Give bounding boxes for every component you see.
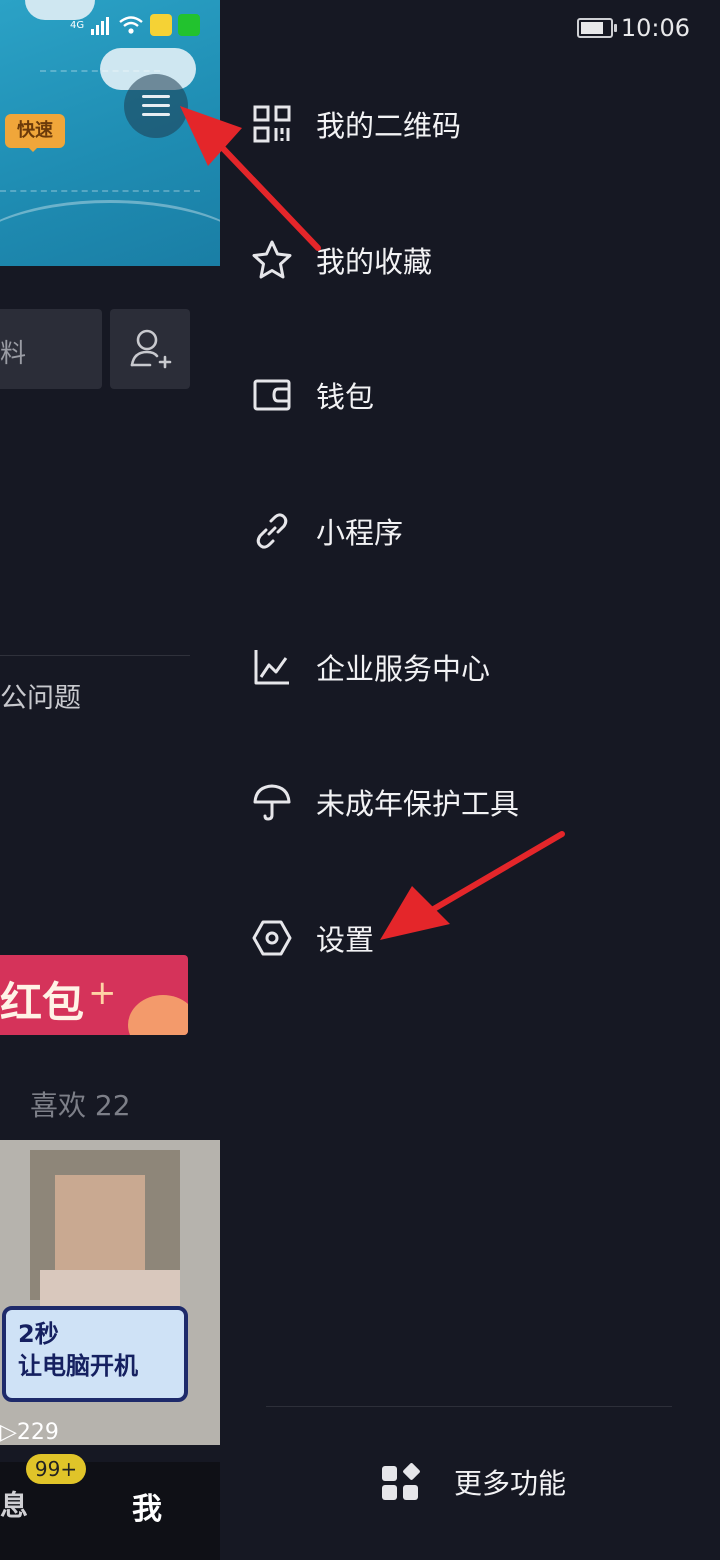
menu-item-minor-protection[interactable]: 未成年保护工具	[250, 767, 690, 837]
video-thumbnail[interactable]: 2秒 让电脑开机	[0, 1140, 220, 1445]
play-count: ▷229	[0, 1420, 59, 1445]
edit-profile-label: 料	[0, 339, 27, 369]
play-count-value: 229	[16, 1420, 59, 1445]
tab-messages[interactable]: 息	[0, 1484, 28, 1524]
coin-decoration	[128, 995, 188, 1035]
status-bar-right: 10:06	[576, 14, 690, 42]
likes-tab[interactable]: 喜欢 22	[30, 1084, 131, 1124]
signal-icon	[91, 17, 110, 35]
chart-icon	[250, 645, 294, 689]
menu-item-label: 我的二维码	[316, 109, 462, 143]
iqiyi-notification-icon	[178, 14, 201, 36]
red-packet-label: 红包	[0, 978, 85, 1027]
menu-item-settings[interactable]: 设置	[250, 903, 690, 973]
menu-item-favorites[interactable]: 我的收藏	[250, 225, 690, 295]
grid-icon	[382, 1463, 420, 1500]
play-icon: ▷	[0, 1420, 17, 1445]
status-time: 10:06	[620, 14, 690, 42]
link-icon	[250, 509, 294, 553]
pixelated-face	[55, 1175, 145, 1285]
battery-icon	[576, 18, 617, 38]
menu-icon-bar	[142, 95, 170, 98]
app-notification-icon	[150, 14, 173, 36]
add-user-icon	[130, 329, 172, 369]
star-icon	[250, 238, 294, 282]
wifi-icon	[119, 16, 143, 34]
wallet-icon	[250, 373, 294, 417]
menu-icon-bar	[142, 113, 170, 116]
menu-item-label: 小程序	[316, 516, 404, 550]
banner-tag: 快速	[5, 114, 65, 152]
more-features-button[interactable]: 更多功能	[380, 1462, 566, 1502]
more-features-label: 更多功能	[454, 1467, 567, 1500]
red-packet-banner[interactable]: 红包 +	[0, 955, 188, 1035]
menu-button[interactable]	[124, 74, 188, 138]
network-label: 4G	[70, 19, 85, 31]
section-divider	[0, 655, 190, 656]
pixelated-face	[40, 1270, 180, 1310]
background-profile-page: 快速 4G 料 公问题 红包 + 喜欢 22 2秒 让电脑开机 ▷229 息 9…	[0, 0, 220, 1560]
menu-item-enterprise-service[interactable]: 企业服务中心	[250, 632, 690, 702]
menu-item-label: 钱包	[316, 380, 375, 414]
bottom-tab-bar: 息 99+ 我	[0, 1454, 220, 1560]
tab-messages-label: 息	[0, 1489, 29, 1522]
video-caption-line: 2秒	[18, 1320, 59, 1348]
dashed-line	[0, 190, 200, 192]
sparkle-icon: +	[88, 973, 117, 1013]
video-caption-line: 让电脑开机	[18, 1352, 138, 1380]
add-friend-button[interactable]	[110, 309, 190, 389]
menu-item-mini-programs[interactable]: 小程序	[250, 496, 690, 566]
messages-badge: 99+	[26, 1454, 86, 1484]
drawer-divider	[266, 1406, 672, 1407]
menu-item-label: 企业服务中心	[316, 652, 491, 686]
menu-icon-bar	[142, 104, 170, 107]
side-drawer-menu: 10:06 我的二维码 我的收藏 钱包 小程序 企业服务中心 未成年保护工具 设…	[220, 0, 720, 1560]
qr-code-icon	[250, 102, 294, 146]
menu-item-label: 设置	[316, 923, 375, 957]
faq-link[interactable]: 公问题	[0, 676, 81, 715]
status-icons-left: 4G	[70, 14, 201, 36]
menu-item-label: 我的收藏	[316, 245, 433, 279]
edit-profile-button[interactable]: 料	[0, 309, 102, 389]
banner-curve	[0, 200, 220, 266]
tab-me[interactable]: 我	[132, 1484, 162, 1528]
video-caption-card: 2秒 让电脑开机	[2, 1306, 188, 1402]
menu-item-wallet[interactable]: 钱包	[250, 360, 690, 430]
profile-banner: 快速 4G	[0, 0, 220, 266]
dashed-line	[40, 70, 160, 72]
settings-hex-icon	[250, 916, 294, 960]
umbrella-icon	[250, 780, 294, 824]
menu-item-label: 未成年保护工具	[316, 787, 520, 821]
menu-item-qr-code[interactable]: 我的二维码	[250, 89, 690, 159]
